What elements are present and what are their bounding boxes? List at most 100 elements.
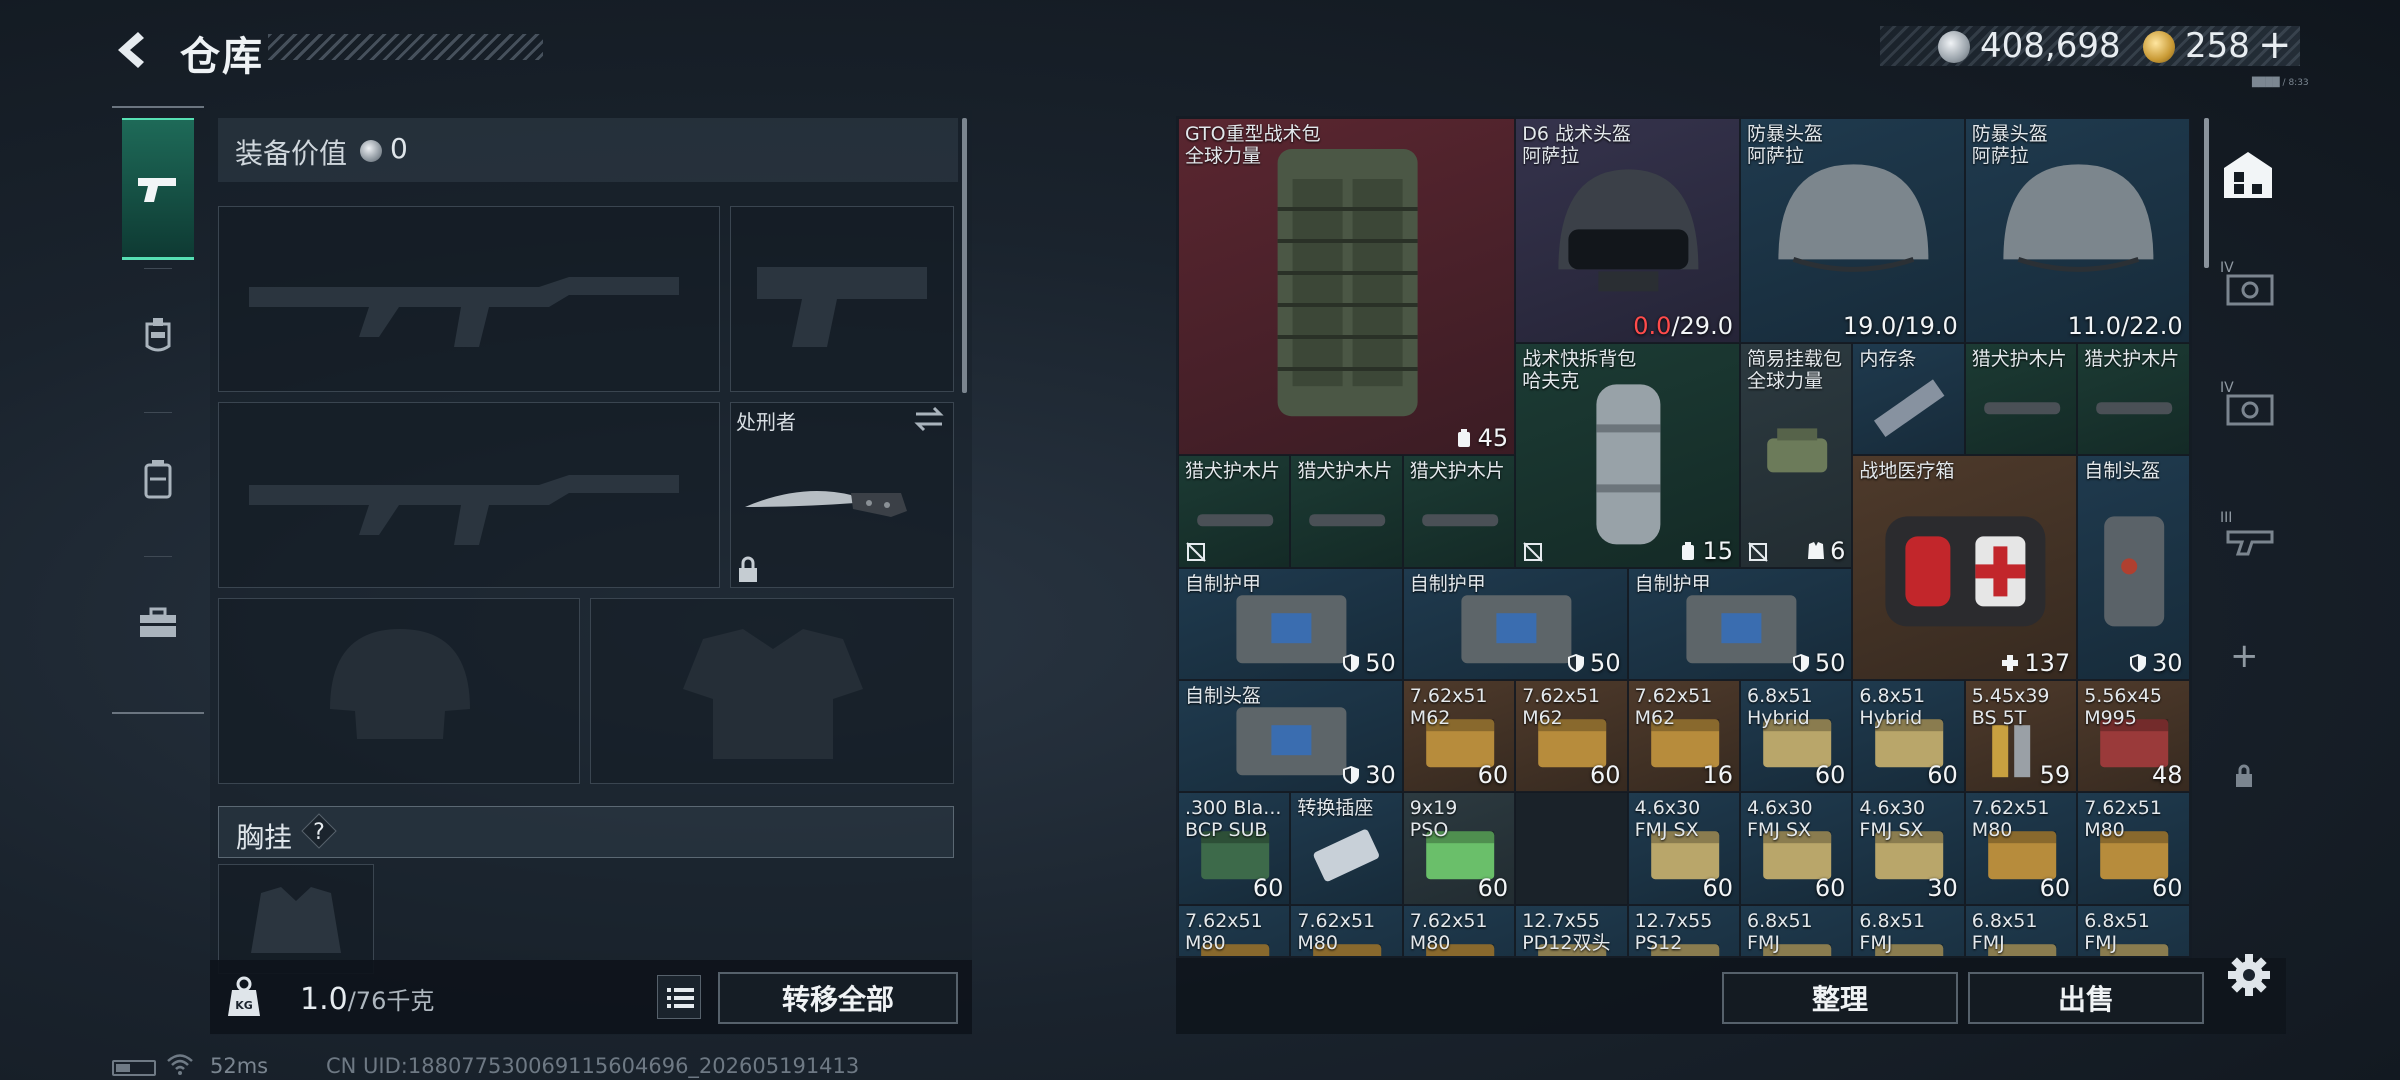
- warehouse-icon[interactable]: [2220, 148, 2276, 202]
- swap-icon[interactable]: [912, 406, 946, 432]
- storage-item[interactable]: 6.8x51 Hybrid 60: [1740, 680, 1853, 793]
- storage-item[interactable]: 6.8x51 FMJ: [2077, 904, 2190, 956]
- storage-item[interactable]: 自制头盔 30: [2077, 455, 2190, 680]
- storage-item[interactable]: 自制护甲 50: [1627, 567, 1853, 680]
- item-name: 自制头盔: [2084, 460, 2161, 483]
- category-toolbox-tab[interactable]: [122, 552, 194, 694]
- storage-scrollbar[interactable]: [2204, 118, 2209, 268]
- storage-item[interactable]: 5.56x45 M995 48: [2077, 680, 2190, 793]
- category-helmet-tab[interactable]: [122, 264, 194, 406]
- toolbox-icon: [140, 607, 176, 637]
- item-name: 4.6x30 FMJ SX: [1747, 797, 1813, 842]
- transfer-all-button[interactable]: 转移全部: [718, 972, 958, 1024]
- category-backpack-tab[interactable]: [122, 408, 194, 550]
- storage-item[interactable]: 7.62x51 M62 60: [1515, 680, 1628, 793]
- weight-kg-icon: KG: [228, 976, 260, 1016]
- gear-icon[interactable]: [2226, 952, 2272, 998]
- list-view-button[interactable]: [657, 975, 701, 1019]
- equipment-scrollbar[interactable]: [962, 118, 967, 393]
- storage-item[interactable]: 简易挂载包 全球力量 6: [1740, 342, 1853, 568]
- item-quantity: 60: [1253, 873, 1284, 902]
- backpack-image: [1277, 149, 1418, 417]
- storage-item[interactable]: D6 战术头盔 阿萨拉 0.0/29.0: [1515, 118, 1740, 343]
- storage-item[interactable]: 猎犬护木片: [1402, 455, 1516, 568]
- item-quantity: 60: [1815, 760, 1846, 789]
- storage-item[interactable]: 7.62x51 M80 60: [1964, 792, 2078, 905]
- storage-item[interactable]: 4.6x30 FMJ SX 60: [1740, 792, 1853, 905]
- item-quantity-value: 60: [2039, 873, 2071, 902]
- storage-item[interactable]: 防暴头盔 阿萨拉 19.0/19.0: [1740, 118, 1965, 343]
- storage-item[interactable]: 猎犬护木片: [1964, 342, 2078, 456]
- gold-amount: 258: [2185, 26, 2250, 66]
- item-name: 战地医疗箱: [1859, 460, 1955, 483]
- item-name: 7.62x51 M62: [1634, 685, 1713, 729]
- storage-item[interactable]: 自制护甲 50: [1402, 567, 1628, 680]
- empty-slot[interactable]: [1515, 792, 1628, 905]
- sort-button[interactable]: 整理: [1722, 972, 1958, 1024]
- item-quantity: 50: [1791, 648, 1845, 677]
- tier-3-storage[interactable]: III: [2218, 510, 2278, 560]
- storage-item[interactable]: 7.62x51 M80: [1178, 904, 1291, 956]
- storage-item[interactable]: 6.8x51 Hybrid 60: [1852, 680, 1965, 793]
- helmet-slot[interactable]: [218, 598, 580, 784]
- storage-item[interactable]: 猎犬护木片: [2077, 342, 2190, 456]
- item-name: 4.6x30 FMJ SX: [1634, 797, 1701, 842]
- chest-rig-silhouette-icon: [251, 887, 341, 953]
- storage-item[interactable]: 转换插座: [1290, 792, 1403, 905]
- primary-weapon-slot[interactable]: [218, 206, 720, 392]
- storage-item[interactable]: 内存条: [1852, 342, 1965, 456]
- storage-item[interactable]: .300 Bla... BCP SUB 60: [1178, 792, 1291, 905]
- knife-icon: [745, 491, 907, 517]
- sell-button[interactable]: 出售: [1968, 972, 2204, 1024]
- item-quantity: 60: [1478, 760, 1509, 789]
- item-name: 猎犬护木片: [1409, 460, 1505, 483]
- storage-item[interactable]: 4.6x30 FMJ SX 60: [1627, 792, 1740, 905]
- silver-coin-icon: [1938, 31, 1970, 63]
- chest-rig-slot[interactable]: [218, 864, 374, 974]
- storage-item[interactable]: GTO重型战术包 全球力量 45: [1178, 118, 1516, 456]
- back-arrow-icon[interactable]: [108, 26, 156, 74]
- storage-item[interactable]: 7.62x51 M62 16: [1627, 680, 1740, 793]
- item-name: 6.8x51 FMJ: [2084, 909, 2150, 954]
- storage-item[interactable]: 7.62x51 M62 60: [1402, 680, 1516, 793]
- item-name: 猎犬护木片: [2084, 347, 2180, 370]
- storage-item[interactable]: 4.6x30 FMJ SX 30: [1852, 792, 1965, 905]
- storage-item[interactable]: 7.62x51 M80 60: [2077, 792, 2190, 905]
- battery-icon: [112, 1060, 156, 1076]
- storage-item[interactable]: 12.7x55 PD12双头: [1515, 904, 1628, 956]
- shield-icon: [1343, 653, 1360, 672]
- storage-item[interactable]: 猎犬护木片: [1290, 455, 1403, 568]
- item-quantity-value: 60: [2152, 873, 2183, 902]
- storage-item[interactable]: 6.8x51 FMJ: [1852, 904, 1965, 956]
- storage-item[interactable]: 7.62x51 M80: [1402, 904, 1516, 956]
- storage-item[interactable]: 6.8x51 FMJ: [1964, 904, 2078, 956]
- item-name: 6.8x51 FMJ: [1971, 909, 2038, 954]
- storage-item[interactable]: 5.45x39 BS 5T 59: [1964, 680, 2078, 793]
- add-gold-button[interactable]: +: [2258, 22, 2292, 68]
- storage-item[interactable]: 自制护甲 50: [1178, 567, 1403, 680]
- storage-item[interactable]: 战地医疗箱 137: [1852, 455, 2078, 680]
- storage-item[interactable]: 7.62x51 M80: [1290, 904, 1403, 956]
- storage-item[interactable]: 猎犬护木片: [1178, 455, 1291, 568]
- item-name: 战术快拆背包 哈夫克: [1522, 347, 1637, 392]
- storage-item[interactable]: 12.7x55 PS12: [1627, 904, 1740, 956]
- pistol-icon: [138, 177, 176, 202]
- storage-item[interactable]: 自制头盔 30: [1178, 680, 1403, 793]
- lock-icon: [2236, 764, 2252, 787]
- tier-4-storage-b[interactable]: IV: [2218, 380, 2278, 430]
- armor-slot[interactable]: [590, 598, 954, 784]
- category-weapons-tab[interactable]: [122, 118, 194, 260]
- secondary-weapon-slot[interactable]: [730, 206, 954, 392]
- primary-weapon-slot-2[interactable]: [218, 402, 720, 588]
- add-storage-button[interactable]: +: [2230, 636, 2259, 676]
- item-name: 7.62x51 M80: [2084, 797, 2162, 842]
- item-name: 4.6x30 FMJ SX: [1859, 797, 1926, 842]
- tier-4-storage-a[interactable]: IV: [2218, 260, 2278, 310]
- storage-item[interactable]: 战术快拆背包 哈夫克 15: [1515, 342, 1740, 568]
- item-quantity: 60: [1478, 873, 1509, 902]
- storage-item[interactable]: 6.8x51 FMJ: [1740, 904, 1853, 956]
- storage-item[interactable]: 9x19 PSO 60: [1402, 792, 1516, 905]
- help-button[interactable]: ?: [300, 812, 338, 850]
- storage-item[interactable]: 防暴头盔 阿萨拉 11.0/22.0: [1964, 118, 2190, 343]
- item-quantity: 50: [1341, 648, 1396, 677]
